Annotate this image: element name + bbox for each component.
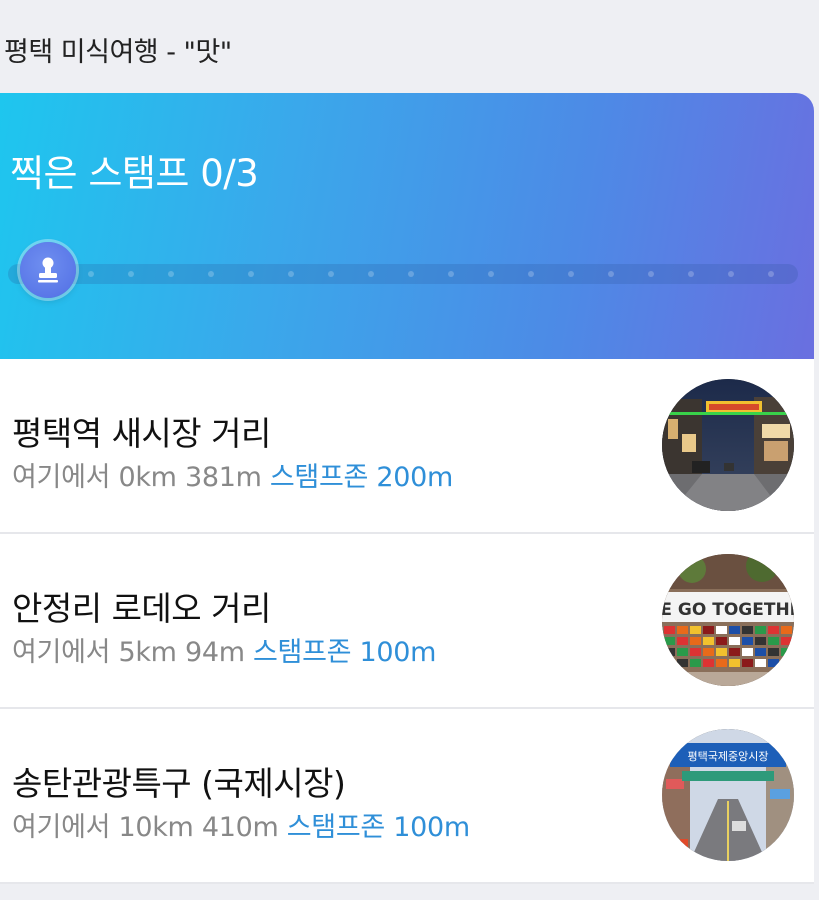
flag-tile [729, 648, 740, 656]
flag-tile [781, 626, 792, 634]
progress-dot [288, 271, 294, 277]
progress-dot [208, 271, 214, 277]
flag-tile [755, 637, 766, 645]
progress-dot [648, 271, 654, 277]
progress-dot [488, 271, 494, 277]
flag-tile [755, 648, 766, 656]
flag-tile [664, 626, 675, 634]
flag-tile [690, 637, 701, 645]
flag-tile [664, 648, 675, 656]
flag-tile [742, 637, 753, 645]
spot-distance: 여기에서 10km 410m 스탬프존 100m [12, 805, 470, 844]
stamp-zone-text: 스탬프존 100m [253, 637, 437, 668]
street-photo [662, 379, 794, 511]
progress-dot [768, 271, 774, 277]
flag-tile [768, 648, 779, 656]
flags-wall-photo: WE GO TOGETHER [662, 554, 794, 686]
photo-caption: 평택국제중앙시장 [688, 750, 769, 763]
flag-tile [664, 659, 675, 667]
progress-dot [408, 271, 414, 277]
flag-tile [677, 648, 688, 656]
spot-distance: 여기에서 0km 381m 스탬프존 200m [12, 455, 453, 494]
flag-tile [716, 637, 727, 645]
flag-tile [755, 659, 766, 667]
stamp-progress-card: 찍은 스탬프 0/3 [0, 93, 814, 359]
flag-tile [742, 626, 753, 634]
progress-dot [528, 271, 534, 277]
flag-tile [677, 659, 688, 667]
spot-list: 평택역 새시장 거리 여기에서 0km 381m 스탬프존 200m 안정리 로… [0, 359, 814, 884]
distance-text: 여기에서 5km 94m [12, 637, 245, 668]
stamp-progress-knob[interactable] [20, 242, 76, 298]
spot-item[interactable]: 송탄관광특구 (국제시장) 여기에서 10km 410m 스탬프존 100m 평… [0, 709, 814, 884]
progress-dot [328, 271, 334, 277]
spot-item[interactable]: 평택역 새시장 거리 여기에서 0km 381m 스탬프존 200m [0, 359, 814, 534]
progress-dot [248, 271, 254, 277]
flag-tile [703, 626, 714, 634]
flag-tile [690, 659, 701, 667]
flag-tile [703, 637, 714, 645]
flag-tile [677, 626, 688, 634]
flag-tile [716, 659, 727, 667]
progress-dot [448, 271, 454, 277]
progress-dot [88, 271, 94, 277]
flag-tile [729, 626, 740, 634]
flag-tile [755, 626, 766, 634]
flag-tile [716, 648, 727, 656]
progress-dot [168, 271, 174, 277]
flag-tile [703, 648, 714, 656]
progress-dot [368, 271, 374, 277]
flag-tile [768, 637, 779, 645]
flag-tile [768, 659, 779, 667]
spot-name: 송탄관광특구 (국제시장) [12, 764, 346, 803]
flag-tile [729, 637, 740, 645]
flag-tile [781, 637, 792, 645]
progress-dot [688, 271, 694, 277]
flag-tile [729, 659, 740, 667]
stamp-zone-text: 스탬프존 200m [269, 462, 453, 493]
stamp-progress-track [8, 264, 798, 284]
flag-tile [677, 637, 688, 645]
flag-tile [703, 659, 714, 667]
flag-tile [742, 648, 753, 656]
stamp-zone-text: 스탬프존 100m [286, 812, 470, 843]
flag-tile [768, 626, 779, 634]
stamp-icon [38, 257, 58, 283]
page-title: 평택 미식여행 - "맛" [4, 37, 232, 68]
progress-dot [728, 271, 734, 277]
distance-text: 여기에서 10km 410m [12, 812, 279, 843]
spot-item[interactable]: 안정리 로데오 거리 여기에서 5km 94m 스탬프존 100m WE GO … [0, 534, 814, 709]
flag-tile [690, 626, 701, 634]
flag-tile [664, 637, 675, 645]
flag-tile [716, 626, 727, 634]
watermark: · · · · [722, 872, 754, 888]
flag-tile [781, 659, 792, 667]
progress-dot [608, 271, 614, 277]
stamp-count-label: 찍은 스탬프 0/3 [10, 152, 259, 195]
flag-tile [690, 648, 701, 656]
market-gate-photo: 평택국제중앙시장 [662, 729, 794, 861]
flag-tile [742, 659, 753, 667]
progress-dot [568, 271, 574, 277]
spot-name: 안정리 로데오 거리 [12, 589, 271, 628]
spot-name: 평택역 새시장 거리 [12, 414, 271, 453]
spot-distance: 여기에서 5km 94m 스탬프존 100m [12, 630, 436, 669]
progress-dot [128, 271, 134, 277]
flag-tile [781, 648, 792, 656]
distance-text: 여기에서 0km 381m [12, 462, 262, 493]
photo-caption: WE GO TOGETHER [662, 600, 794, 620]
